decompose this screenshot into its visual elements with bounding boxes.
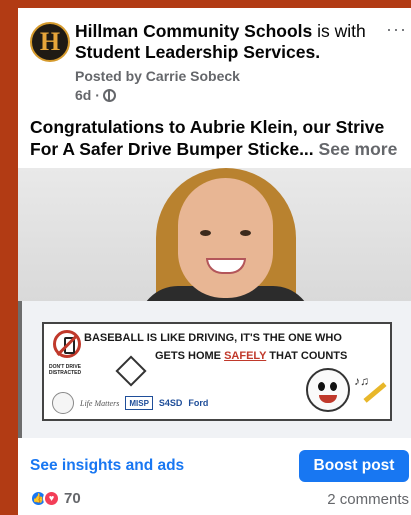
comments-link[interactable]: 2 comments bbox=[327, 491, 409, 508]
posted-by: Posted by Carrie Sobeck bbox=[75, 68, 240, 84]
sponsor-s4sd: S4SD bbox=[158, 398, 183, 408]
page-avatar[interactable]: H bbox=[30, 22, 70, 62]
tagged-page-link[interactable]: Student Leadership Services. bbox=[75, 42, 320, 62]
baseball-mascot-icon bbox=[306, 368, 350, 412]
sticker-line-2-pre: GETS HOME bbox=[155, 350, 225, 362]
sticker-safely: SAFELY bbox=[224, 350, 267, 362]
sticker-edge bbox=[18, 301, 22, 438]
photo-smile bbox=[206, 258, 246, 274]
love-reaction-icon: ♥ bbox=[43, 490, 60, 507]
sponsor-ford: Ford bbox=[188, 398, 209, 408]
page-name-link[interactable]: Hillman Community Schools bbox=[75, 21, 312, 41]
post-card: H Hillman Community Schools is with Stud… bbox=[18, 8, 411, 515]
photo-eye-right bbox=[240, 230, 251, 236]
sticker-photo[interactable]: DON'T DRIVE DISTRACTED BASEBALL IS LIKE … bbox=[18, 301, 411, 438]
post-header: H Hillman Community Schools is with Stud… bbox=[18, 8, 411, 116]
sponsor-seal-icon bbox=[52, 392, 74, 414]
insights-link[interactable]: See insights and ads bbox=[30, 457, 184, 475]
sticker-line-1: BASEBALL IS LIKE DRIVING, IT'S THE ONE W… bbox=[84, 332, 342, 344]
dont-drive-text: DON'T DRIVE DISTRACTED bbox=[48, 364, 82, 376]
connector-text: is with bbox=[317, 21, 366, 41]
sticker-line-2: GETS HOME SAFELY THAT COUNTS bbox=[155, 350, 395, 362]
sponsor-misp: MISP bbox=[125, 396, 153, 410]
student-photo[interactable] bbox=[18, 168, 411, 301]
home-plate-icon bbox=[115, 355, 147, 387]
boost-post-button[interactable]: Boost post bbox=[299, 450, 409, 482]
see-more-link[interactable]: See more bbox=[319, 139, 398, 159]
phone-slash-icon bbox=[53, 330, 81, 358]
mascot-mouth bbox=[319, 395, 337, 403]
reaction-count: 70 bbox=[64, 490, 81, 507]
avatar-letter: H bbox=[39, 27, 61, 56]
photo-face bbox=[178, 178, 273, 298]
photo-eye-left bbox=[200, 230, 211, 236]
post-actions: See insights and ads Boost post bbox=[18, 438, 411, 488]
globe-icon bbox=[102, 88, 116, 102]
music-notes-icon: ♪♫ bbox=[354, 374, 369, 388]
bumper-sticker: DON'T DRIVE DISTRACTED BASEBALL IS LIKE … bbox=[42, 322, 392, 421]
mascot-eye-left bbox=[318, 382, 325, 391]
mascot-eye-right bbox=[330, 382, 337, 391]
post-meta: 6d · bbox=[75, 87, 116, 103]
post-text: Congratulations to Aubrie Klein, our Str… bbox=[30, 116, 410, 160]
reactions-summary[interactable]: 👍 ♥ 70 bbox=[30, 490, 81, 507]
more-options-icon[interactable]: ··· bbox=[386, 20, 407, 38]
sticker-line-2-post: THAT COUNTS bbox=[266, 350, 348, 362]
sponsor-logos: Life Matters MISP S4SD Ford bbox=[52, 392, 302, 414]
post-age[interactable]: 6d · bbox=[75, 87, 100, 103]
post-title: Hillman Community Schools is with Studen… bbox=[75, 21, 395, 63]
post-footer: 👍 ♥ 70 2 comments bbox=[18, 488, 411, 515]
sponsor-life-matters: Life Matters bbox=[80, 398, 120, 408]
